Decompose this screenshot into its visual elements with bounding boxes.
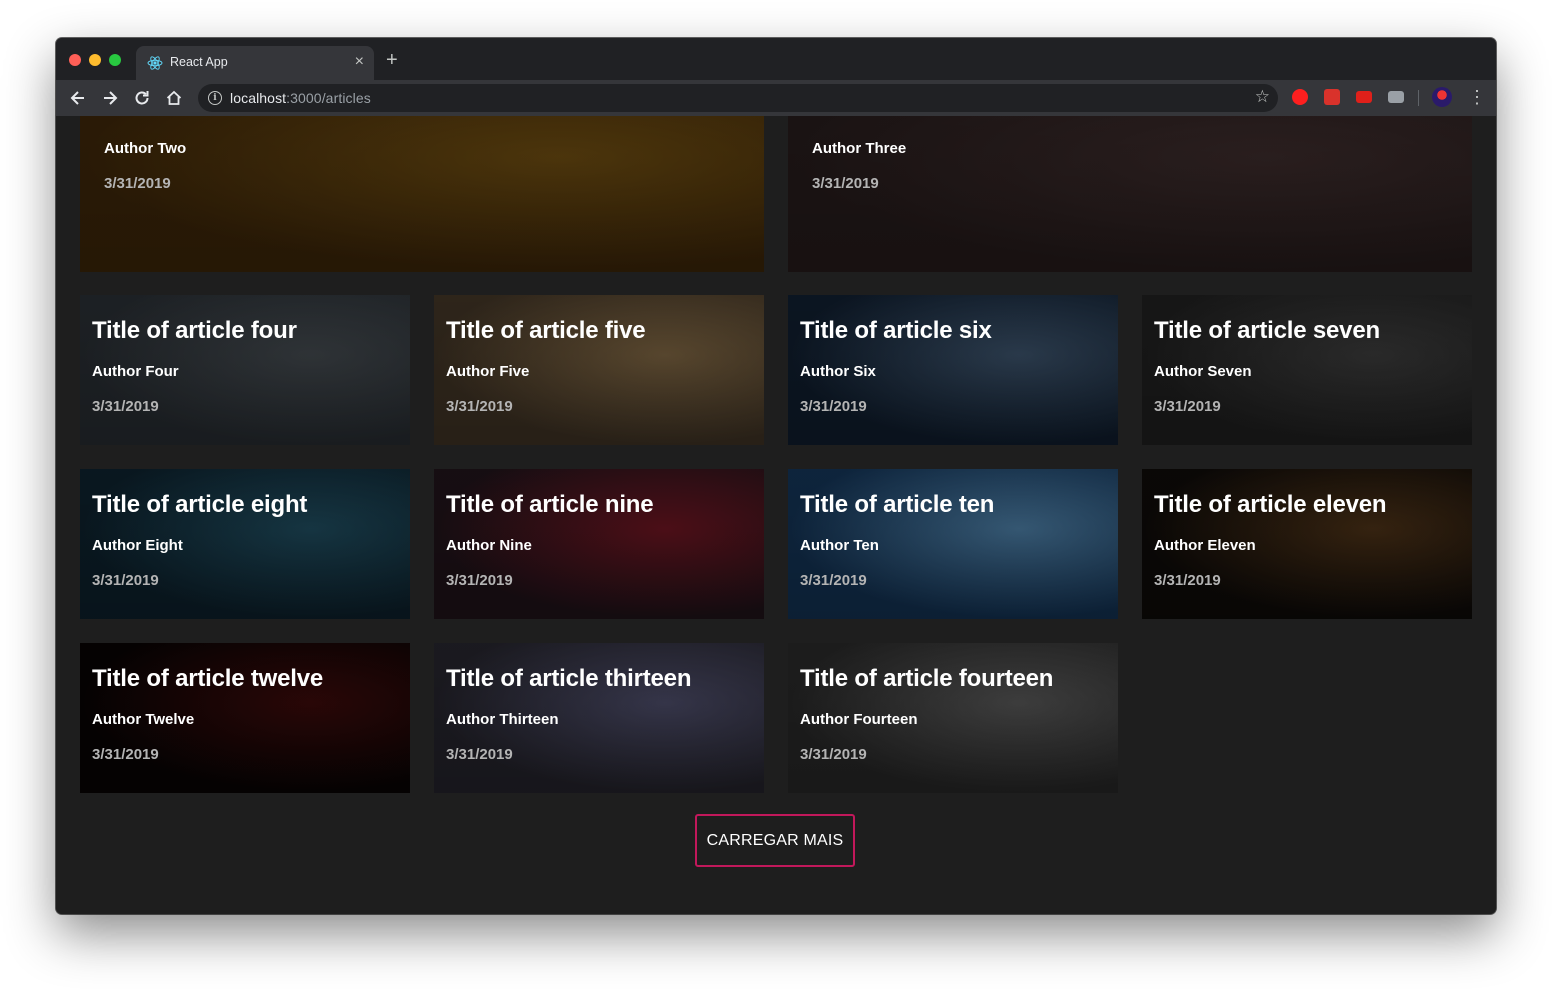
article-card[interactable]: Title of article three Author Three 3/31… — [788, 116, 1472, 272]
tab-strip: React App × + — [56, 38, 1496, 80]
extension-puzzle-icon[interactable] — [1324, 89, 1340, 105]
forward-arrow-icon[interactable] — [100, 88, 120, 108]
url-text: localhost:3000/articles — [230, 90, 371, 106]
article-title: Title of article three — [812, 116, 1250, 125]
article-card[interactable]: Title of article two Author Two 3/31/201… — [80, 116, 764, 272]
article-author: Author Two — [104, 140, 187, 157]
article-date: 3/31/2019 — [800, 398, 867, 415]
article-title: Title of article ten — [800, 491, 995, 518]
home-icon[interactable] — [164, 88, 184, 108]
tab-title: React App — [170, 55, 228, 69]
article-date: 3/31/2019 — [104, 175, 171, 192]
article-title: Title of article thirteen — [446, 665, 692, 692]
article-author: Author Eleven — [1154, 537, 1256, 554]
bookmark-star-icon[interactable]: ☆ — [1255, 87, 1270, 107]
article-date: 3/31/2019 — [800, 572, 867, 589]
article-author: Author Five — [446, 363, 530, 380]
article-card[interactable]: Title of article five Author Five 3/31/2… — [434, 295, 764, 445]
article-card[interactable]: Title of article eleven Author Eleven 3/… — [1142, 469, 1472, 619]
maximize-window-button[interactable] — [109, 54, 121, 66]
reload-icon[interactable] — [132, 88, 152, 108]
article-title: Title of article eight — [92, 491, 308, 518]
article-card[interactable]: Title of article eight Author Eight 3/31… — [80, 469, 410, 619]
article-title: Title of article fourteen — [800, 665, 1054, 692]
article-author: Author Three — [812, 140, 907, 157]
toolbar-divider — [1418, 90, 1419, 106]
article-date: 3/31/2019 — [800, 746, 867, 763]
article-card[interactable]: Title of article thirteen Author Thirtee… — [434, 643, 764, 793]
article-card[interactable]: Title of article nine Author Nine 3/31/2… — [434, 469, 764, 619]
article-card[interactable]: Title of article four Author Four 3/31/2… — [80, 295, 410, 445]
article-title: Title of article six — [800, 317, 992, 344]
menu-dots-icon[interactable]: ⋮ — [1468, 87, 1486, 107]
new-tab-icon[interactable]: + — [386, 49, 398, 72]
address-bar[interactable]: i localhost:3000/articles ☆ — [198, 84, 1278, 112]
article-card[interactable]: Title of article twelve Author Twelve 3/… — [80, 643, 410, 793]
article-date: 3/31/2019 — [446, 398, 513, 415]
minimize-window-button[interactable] — [89, 54, 101, 66]
browser-toolbar: i localhost:3000/articles ☆ ⋮ — [56, 80, 1496, 116]
article-author: Author Fourteen — [800, 711, 918, 728]
article-author: Author Thirteen — [446, 711, 559, 728]
load-more-button[interactable]: CARREGAR MAIS — [695, 814, 855, 867]
article-title: Title of article eleven — [1154, 491, 1387, 518]
article-date: 3/31/2019 — [92, 746, 159, 763]
tab-close-icon[interactable]: × — [355, 53, 364, 71]
article-date: 3/31/2019 — [446, 572, 513, 589]
article-title: Title of article five — [446, 317, 646, 344]
info-icon[interactable]: i — [208, 91, 222, 105]
article-title: Title of article four — [92, 317, 297, 344]
article-title: Title of article twelve — [92, 665, 324, 692]
extension-adblock-icon[interactable] — [1292, 89, 1308, 105]
article-title: Title of article seven — [1154, 317, 1380, 344]
article-author: Author Seven — [1154, 363, 1252, 380]
article-card[interactable]: Title of article six Author Six 3/31/201… — [788, 295, 1118, 445]
page-viewport: Title of article two Author Two 3/31/201… — [56, 116, 1496, 914]
article-author: Author Nine — [446, 537, 532, 554]
extension-cors-icon[interactable] — [1356, 91, 1372, 103]
article-title: Title of article nine — [446, 491, 654, 518]
article-card[interactable]: Title of article ten Author Ten 3/31/201… — [788, 469, 1118, 619]
article-author: Author Eight — [92, 537, 183, 554]
article-date: 3/31/2019 — [1154, 398, 1221, 415]
article-card[interactable]: Title of article seven Author Seven 3/31… — [1142, 295, 1472, 445]
back-arrow-icon[interactable] — [68, 88, 88, 108]
extension-camera-icon[interactable] — [1388, 91, 1404, 103]
article-date: 3/31/2019 — [92, 572, 159, 589]
article-title: Title of article two — [104, 116, 507, 125]
article-card[interactable]: Title of article fourteen Author Fourtee… — [788, 643, 1118, 793]
browser-tab[interactable]: React App × — [136, 46, 374, 80]
react-logo-icon — [147, 56, 163, 70]
browser-window: React App × + i localhost:3000/articles … — [56, 38, 1496, 914]
article-author: Author Six — [800, 363, 876, 380]
article-author: Author Ten — [800, 537, 879, 554]
close-window-button[interactable] — [69, 54, 81, 66]
article-date: 3/31/2019 — [812, 175, 879, 192]
profile-avatar[interactable] — [1432, 87, 1452, 107]
article-date: 3/31/2019 — [1154, 572, 1221, 589]
article-author: Author Four — [92, 363, 179, 380]
article-date: 3/31/2019 — [446, 746, 513, 763]
article-author: Author Twelve — [92, 711, 195, 728]
article-date: 3/31/2019 — [92, 398, 159, 415]
